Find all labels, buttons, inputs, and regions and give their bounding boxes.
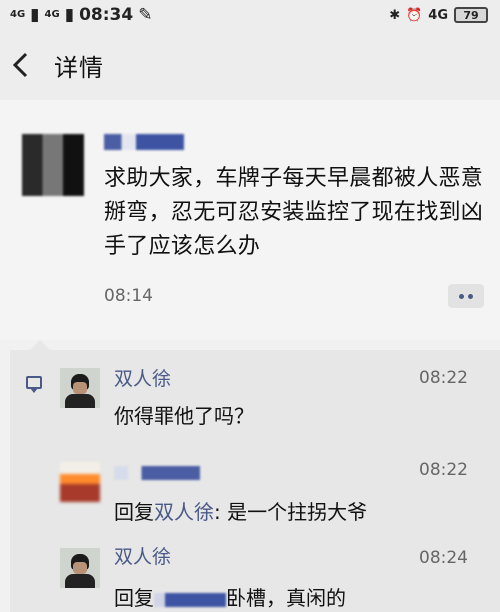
comment-time: 08:24 xyxy=(419,548,468,568)
bluetooth-icon: ✱ xyxy=(389,7,401,23)
status-time: 08:34 xyxy=(79,5,134,25)
more-button[interactable] xyxy=(448,284,484,308)
comment-time: 08:22 xyxy=(419,460,468,480)
reply-prefix: 回复 xyxy=(114,586,154,610)
notification-icon: ✎ xyxy=(138,5,153,25)
battery-icon: 79 xyxy=(454,7,488,23)
post-time: 08:14 xyxy=(104,286,153,306)
reply-to-name-redacted[interactable] xyxy=(154,592,226,607)
comment-text: 回复双人徐: 是一个拄拐大爷 xyxy=(114,496,367,525)
signal-icon-2: 4G xyxy=(44,9,60,20)
comment-author[interactable]: 双人徐 xyxy=(114,364,171,391)
dot-icon xyxy=(468,293,473,299)
dot-icon xyxy=(459,293,464,299)
alarm-icon: ⏰ xyxy=(406,7,423,23)
reply-prefix: 回复 xyxy=(114,500,154,524)
page-title: 详情 xyxy=(54,53,104,82)
comment-time: 08:22 xyxy=(419,368,468,388)
network-type-icon: 4G xyxy=(428,7,448,23)
avatar[interactable] xyxy=(22,134,84,196)
status-bar: 4G ▮ 4G ▮ 08:34 ✎ ✱ ⏰ 4G 79 xyxy=(0,0,500,30)
nav-bar: 详情 xyxy=(0,30,500,100)
moment-post: 求助大家，车牌子每天早晨都被人恶意掰弯，忍无可忍安装监控了现在找到凶手了应该怎么… xyxy=(0,100,500,340)
chevron-left-icon[interactable] xyxy=(10,51,44,79)
signal-bars-icon-1: ▮ xyxy=(30,5,40,25)
comment-author-redacted[interactable] xyxy=(114,466,200,480)
avatar[interactable] xyxy=(60,368,100,408)
author-name-redacted[interactable] xyxy=(104,134,184,150)
comment-body: : 是一个拄拐大爷 xyxy=(214,500,368,524)
comment-body: 卧槽，真闲的 xyxy=(226,586,346,610)
comment-icon xyxy=(26,376,42,393)
comments-section: 双人徐 08:22 你得罪他了吗？ 08:22 回复双人徐: 是一个拄拐大爷 双… xyxy=(10,340,500,612)
comment-author[interactable]: 双人徐 xyxy=(114,542,171,569)
avatar[interactable] xyxy=(60,548,100,588)
signal-icon-1: 4G xyxy=(10,9,26,20)
comment-text: 回复 卧槽，真闲的 xyxy=(114,582,346,611)
avatar[interactable] xyxy=(60,462,100,502)
signal-bars-icon-2: ▮ xyxy=(64,5,75,25)
post-text: 求助大家，车牌子每天早晨都被人恶意掰弯，忍无可忍安装监控了现在找到凶手了应该怎么… xyxy=(104,166,484,259)
comment-text: 你得罪他了吗？ xyxy=(114,404,254,428)
reply-to-name[interactable]: 双人徐 xyxy=(154,500,214,524)
